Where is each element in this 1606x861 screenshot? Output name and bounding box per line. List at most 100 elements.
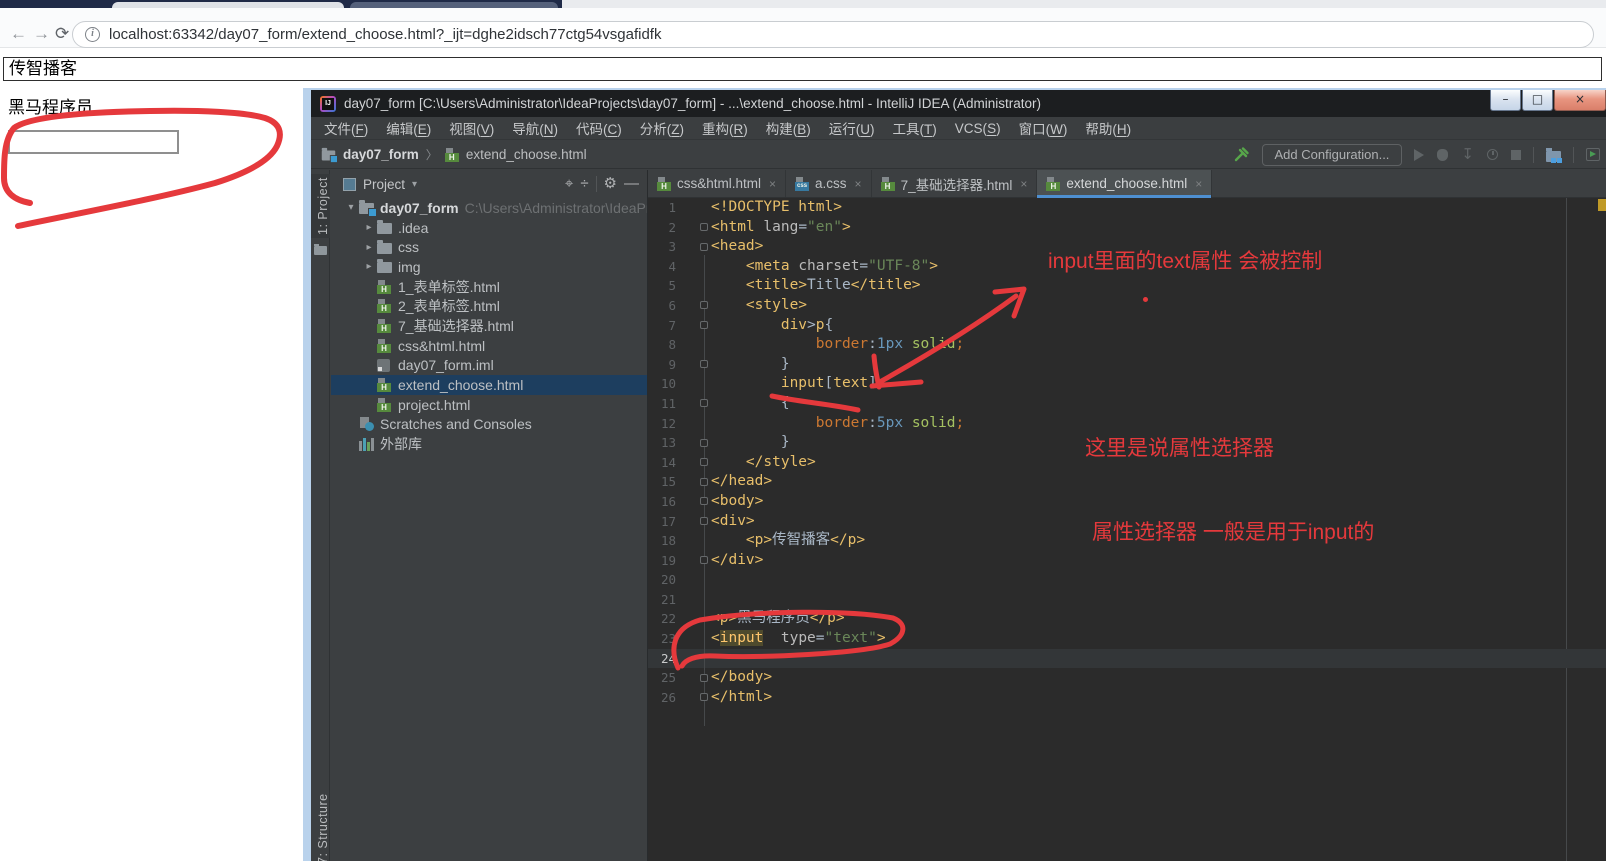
run-icon[interactable] <box>1414 148 1425 161</box>
close-button[interactable]: × <box>1554 90 1606 111</box>
tree-item-1_表单标签.html[interactable]: 1_表单标签.html <box>331 277 647 297</box>
menu-item-工具[interactable]: 工具(T) <box>884 118 946 138</box>
gutter <box>676 433 711 453</box>
ide-titlebar[interactable]: day07_form [C:\Users\Administrator\IdeaP… <box>311 90 1606 117</box>
fold-marker-icon[interactable] <box>700 321 708 330</box>
menu-item-帮助[interactable]: 帮助(H) <box>1076 118 1140 138</box>
tree-item-css&html.html[interactable]: css&html.html <box>331 336 647 356</box>
fold-marker-icon[interactable] <box>700 556 708 565</box>
tool-stripe-project[interactable]: 1: Project <box>311 174 330 238</box>
coverage-icon[interactable]: ↧ <box>1461 147 1474 162</box>
tree-expand-arrow[interactable]: ▸ <box>361 242 377 253</box>
tree-item-Scratches and Consoles[interactable]: Scratches and Consoles <box>331 415 647 435</box>
close-tab-icon[interactable]: × <box>1195 177 1202 191</box>
url-bar[interactable]: i localhost:63342/day07_form/extend_choo… <box>72 21 1594 48</box>
tree-item-day07_form[interactable]: ▾ day07_form C:\Users\Administrator\IdeaP… <box>331 198 647 218</box>
fold-marker-icon[interactable] <box>700 223 708 232</box>
page-info-icon[interactable]: i <box>85 27 100 42</box>
fold-marker-icon[interactable] <box>700 360 708 369</box>
fold-marker-icon[interactable] <box>700 497 708 506</box>
gutter <box>676 649 711 669</box>
tree-item-day07_form.iml[interactable]: day07_form.iml <box>331 356 647 376</box>
hide-panel-icon[interactable]: — <box>624 176 639 192</box>
menu-item-VCS[interactable]: VCS(S) <box>946 121 1010 136</box>
tree-expand-arrow[interactable]: ▸ <box>361 222 377 233</box>
url-text[interactable]: localhost:63342/day07_form/extend_choose… <box>109 26 661 43</box>
tool-stripe-structure[interactable]: 7: Structure <box>311 783 330 861</box>
tab-label: extend_choose.html <box>1066 176 1188 191</box>
menu-item-重构[interactable]: 重构(R) <box>693 118 757 138</box>
tree-item-img[interactable]: ▸ img <box>331 257 647 277</box>
fold-marker-icon[interactable] <box>700 517 708 525</box>
fold-marker-icon[interactable] <box>700 438 708 447</box>
fold-marker-icon[interactable] <box>700 693 708 702</box>
tree-item-label: day07_form.iml <box>398 357 494 374</box>
fold-marker-icon[interactable] <box>700 458 708 467</box>
browser-tabstrip <box>0 0 1606 8</box>
project-structure-icon[interactable] <box>1546 147 1562 163</box>
menu-item-代码[interactable]: 代码(C) <box>567 118 631 138</box>
fold-marker-icon[interactable] <box>700 399 708 408</box>
fold-marker-icon[interactable] <box>700 242 708 251</box>
menu-item-导航[interactable]: 导航(N) <box>503 118 567 138</box>
code-line-5: 5 <title>Title</title> <box>648 276 1606 296</box>
menu-item-构建[interactable]: 构建(B) <box>757 118 820 138</box>
reload-icon[interactable]: ⟳ <box>55 25 69 42</box>
tree-item-.idea[interactable]: ▸ .idea <box>331 218 647 238</box>
tree-item-project.html[interactable]: project.html <box>331 395 647 415</box>
line-number: 12 <box>660 415 676 431</box>
tree-expand-arrow[interactable]: ▸ <box>361 261 377 272</box>
close-tab-icon[interactable]: × <box>769 177 776 191</box>
breadcrumb-separator: 〉 <box>425 148 438 162</box>
gutter <box>676 296 711 316</box>
project-panel-title[interactable]: Project <box>363 177 405 192</box>
html-file-icon <box>444 147 459 162</box>
collapse-all-icon[interactable]: ÷ <box>580 176 588 192</box>
editor-tab-a.css[interactable]: a.css × <box>786 170 872 197</box>
profile-icon[interactable] <box>1487 149 1498 160</box>
fold-marker-icon[interactable] <box>700 477 708 486</box>
breadcrumb-project[interactable]: day07_form <box>343 147 419 162</box>
close-tab-icon[interactable]: × <box>855 177 862 191</box>
tree-item-extend_choose.html[interactable]: extend_choose.html <box>331 375 647 395</box>
breadcrumb-file[interactable]: extend_choose.html <box>466 147 587 162</box>
event-log-icon[interactable] <box>1586 148 1600 161</box>
forward-icon[interactable]: → <box>33 25 50 42</box>
menu-item-分析[interactable]: 分析(Z) <box>631 118 693 138</box>
locate-icon[interactable]: ⌖ <box>565 176 573 192</box>
stop-icon[interactable] <box>1511 149 1521 160</box>
tree-expand-arrow[interactable]: ▾ <box>343 202 359 213</box>
editor-tab-7_基础选择器.html[interactable]: 7_基础选择器.html × <box>872 170 1038 197</box>
gutter <box>676 492 711 512</box>
tree-item-label: 2_表单标签.html <box>398 298 500 315</box>
add-configuration-button[interactable]: Add Configuration... <box>1261 143 1403 166</box>
html-file-icon <box>880 176 895 191</box>
tree-item-2_表单标签.html[interactable]: 2_表单标签.html <box>331 296 647 316</box>
gear-icon[interactable]: ⚙ <box>604 176 617 192</box>
editor-tab-css&html.html[interactable]: css&html.html × <box>648 170 787 197</box>
minimize-button[interactable]: – <box>1490 90 1521 111</box>
page-text-input[interactable] <box>8 130 179 154</box>
gutter <box>676 257 711 277</box>
html-icon <box>377 338 391 353</box>
fold-marker-icon[interactable] <box>700 301 708 310</box>
line-number: 9 <box>668 356 676 372</box>
editor-tab-extend_choose.html[interactable]: extend_choose.html × <box>1037 170 1213 198</box>
chevron-down-icon[interactable]: ▾ <box>412 179 417 190</box>
menu-item-编辑[interactable]: 编辑(E) <box>377 118 440 138</box>
menu-item-文件[interactable]: 文件(F) <box>315 118 377 138</box>
debug-icon[interactable] <box>1437 148 1449 161</box>
close-tab-icon[interactable]: × <box>1020 177 1027 191</box>
red-note-bottom: 属性选择器 一般是用于input的 <box>1092 521 1375 544</box>
build-hammer-icon[interactable] <box>1233 146 1250 163</box>
tree-item-外部库[interactable]: 外部库 <box>331 434 647 454</box>
gutter <box>676 316 711 336</box>
tree-item-css[interactable]: ▸ css <box>331 237 647 257</box>
menu-item-视图[interactable]: 视图(V) <box>440 118 503 138</box>
back-icon[interactable]: ← <box>10 25 27 42</box>
menu-item-运行[interactable]: 运行(U) <box>820 118 884 138</box>
fold-marker-icon[interactable] <box>700 673 708 682</box>
menu-item-窗口[interactable]: 窗口(W) <box>1010 118 1077 138</box>
maximize-button[interactable]: □ <box>1522 90 1553 111</box>
tree-item-7_基础选择器.html[interactable]: 7_基础选择器.html <box>331 316 647 336</box>
